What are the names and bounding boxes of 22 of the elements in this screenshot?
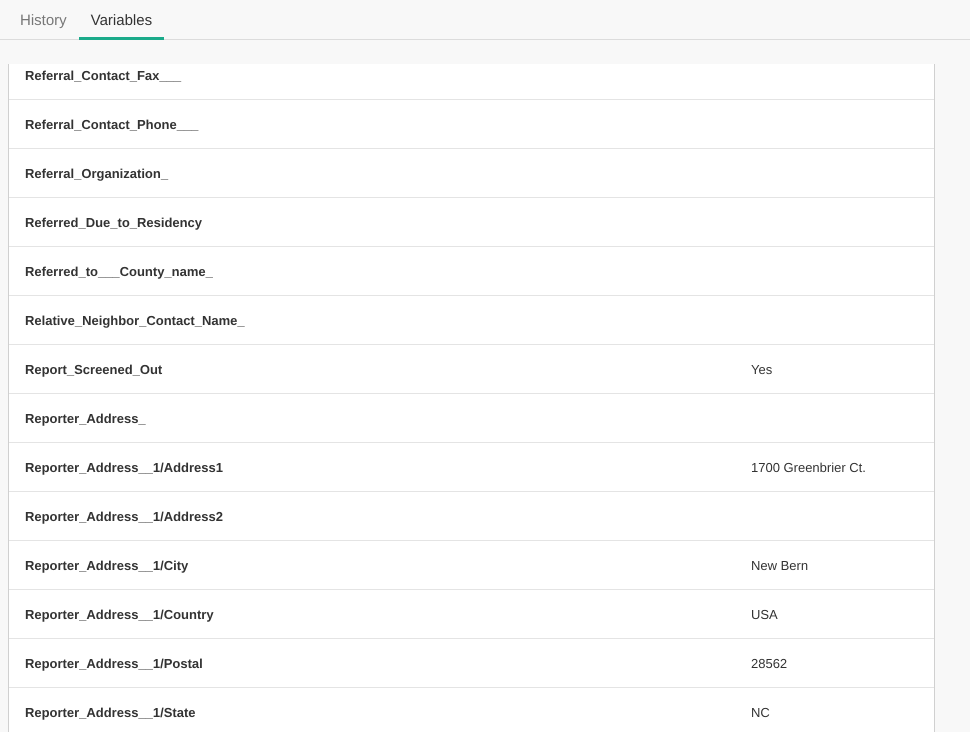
variable-name: Referral_Organization_ xyxy=(25,166,168,180)
tab[interactable]: History xyxy=(8,0,79,40)
tab[interactable]: Variables xyxy=(78,0,164,40)
variable-name: Relative_Neighbor_Contact_Name_ xyxy=(25,312,245,328)
variable-value: Yes xyxy=(751,362,772,376)
variable-name: Reporter_Address__1/Address1 xyxy=(25,460,223,474)
variable-name: Reporter_Address__1/State xyxy=(25,704,196,720)
variable-name: Reporter_Address__1/Country xyxy=(25,606,214,622)
variable-name: Referred_to___County_name_ xyxy=(25,264,213,278)
variable-name: Reporter_Address_ xyxy=(25,410,146,426)
variable-name: Report_Screened_Out xyxy=(25,362,162,376)
variable-name: Referred_Due_to_Residency xyxy=(25,214,202,230)
variable-value: NC xyxy=(751,704,770,720)
variable-value: New Bern xyxy=(751,558,808,572)
variable-value: USA xyxy=(751,606,778,622)
variable-name: Referral_Contact_Phone___ xyxy=(25,116,198,132)
variable-name: Referral_Contact_Fax___ xyxy=(25,68,182,82)
variable-name: Reporter_Address__1/City xyxy=(25,558,188,572)
variable-name: Reporter_Address__1/Postal xyxy=(25,656,203,670)
variable-value: 28562 xyxy=(751,656,788,670)
variable-name: Reporter_Address__1/Address2 xyxy=(25,508,223,524)
variable-value: 1700 Greenbrier Ct. xyxy=(751,460,866,474)
